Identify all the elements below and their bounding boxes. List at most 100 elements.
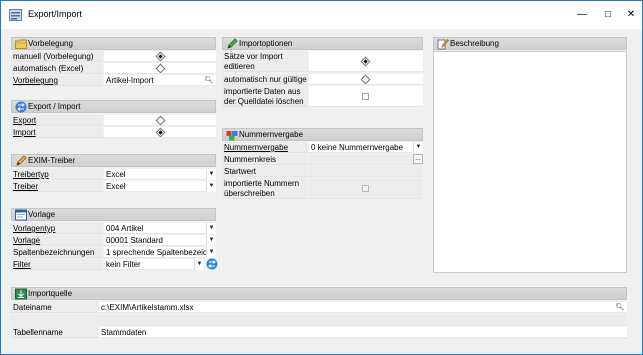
numbers-icon: [226, 131, 238, 141]
vorbelegung-manuell-row[interactable]: manuell (Vorbelegung): [11, 51, 216, 62]
export-radio[interactable]: [155, 115, 166, 125]
vorbelegung-search-icon[interactable]: 🔍︎: [204, 75, 214, 86]
manuell-label: manuell (Vorbelegung): [11, 51, 103, 62]
nummernvergabe-select[interactable]: 0 keine Nummernvergabe: [309, 142, 423, 153]
spaltenbezeichnungen-chevron-down-icon[interactable]: ▼: [206, 247, 216, 258]
vorlagentyp-row[interactable]: Vorlagentyp 004 Artikel ▼: [11, 223, 216, 234]
filter-refresh-icon[interactable]: [206, 258, 218, 270]
nummernvergabe-chevron-down-icon[interactable]: ▼: [413, 142, 423, 153]
nummern-ueberschreiben-label: importierte Nummern überschreiben: [222, 178, 308, 199]
nummernvergabe-row[interactable]: Nummernvergabe 0 keine Nummernvergabe ▼: [222, 142, 423, 153]
automatisch-gueltige-value[interactable]: [309, 74, 423, 85]
export-row[interactable]: Export: [11, 115, 216, 126]
treibertyp-row[interactable]: Treibertyp Excel ▼: [11, 169, 216, 180]
treibertyp-select[interactable]: Excel: [104, 169, 216, 180]
quelldatei-loeschen-row[interactable]: importierte Daten aus der Quelldatei lös…: [222, 86, 423, 108]
nummernvergabe-header: Nummernvergabe: [222, 128, 423, 141]
quelldatei-loeschen-checkbox[interactable]: [362, 93, 369, 100]
automatisch-radio[interactable]: [155, 63, 166, 73]
treibertyp-chevron-down-icon[interactable]: ▼: [206, 169, 216, 180]
vorlage-title: Vorlage: [28, 210, 56, 219]
automatisch-gueltige-row[interactable]: automatisch nur gültige: [222, 74, 423, 85]
vorlage-value: 00001 Standard: [106, 236, 163, 245]
import-value[interactable]: [104, 127, 216, 138]
import-source-icon: [15, 288, 27, 300]
dateiname-row[interactable]: Dateiname c:\EXIM\Artikelstamm.xlsx 🔍︎: [11, 302, 627, 313]
importquelle-header: Importquelle: [11, 287, 627, 300]
vorlagentyp-chevron-down-icon[interactable]: ▼: [206, 223, 216, 234]
dialog-body: Vorbelegung manuell (Vorbelegung) automa…: [6, 31, 637, 349]
vorlagentyp-select[interactable]: 004 Artikel: [104, 223, 216, 234]
importquelle-title: Importquelle: [28, 289, 73, 298]
manuell-value[interactable]: [104, 51, 216, 62]
vorlagentyp-label: Vorlagentyp: [11, 223, 103, 234]
treiber-row[interactable]: Treiber Excel ▼: [11, 181, 216, 192]
vorlage-label: Vorlage: [11, 235, 103, 246]
tabellenname-label: Tabellenname: [11, 327, 98, 338]
filter-row[interactable]: Filter kein Filter ▼: [11, 258, 218, 270]
vorlagentyp-value: 004 Artikel: [106, 224, 144, 233]
importoptionen-header: Importoptionen: [222, 37, 423, 50]
dateiname-value: c:\EXIM\Artikelstamm.xlsx: [101, 303, 194, 312]
nummern-ueberschreiben-checkbox[interactable]: [362, 185, 369, 192]
saetze-editieren-radio[interactable]: [360, 56, 371, 67]
vorlage-chevron-down-icon[interactable]: ▼: [206, 235, 216, 246]
nummern-ueberschreiben-row[interactable]: importierte Nummern überschreiben: [222, 178, 423, 200]
nummernkreis-row[interactable]: Nummernkreis ...: [222, 154, 423, 165]
vorbelegung-field[interactable]: Artikel-Import: [104, 75, 216, 86]
saetze-editieren-row[interactable]: Sätze vor Import editieren: [222, 51, 423, 73]
green-pencil-icon: [227, 38, 238, 49]
beschreibung-header: Beschreibung: [433, 37, 627, 50]
quelldatei-loeschen-value[interactable]: [309, 86, 423, 107]
vorbelegung-title: Vorbelegung: [28, 39, 73, 48]
spaltenbezeichnungen-row[interactable]: Spaltenbezeichnungen 1 sprechende Spalte…: [11, 247, 216, 258]
startwert-row[interactable]: Startwert: [222, 166, 423, 177]
nummernvergabe-title: Nummernvergabe: [239, 130, 304, 139]
beschreibung-textarea[interactable]: [433, 51, 627, 273]
spaltenbezeichnungen-label: Spaltenbezeichnungen: [11, 247, 103, 258]
filter-value: kein Filter: [106, 260, 141, 269]
close-button[interactable]: ✕: [623, 7, 639, 23]
automatisch-gueltige-radio[interactable]: [360, 74, 371, 84]
treiber-select[interactable]: Excel: [104, 181, 216, 192]
saetze-editieren-value[interactable]: [309, 51, 423, 72]
vorbelegung-value: Artikel-Import: [106, 76, 154, 85]
treibertyp-value: Excel: [106, 170, 126, 179]
tabellenname-value: Stammdaten: [101, 328, 147, 337]
vorlage-row[interactable]: Vorlage 00001 Standard ▼: [11, 235, 216, 246]
automatisch-gueltige-label: automatisch nur gültige: [222, 74, 308, 85]
nummernvergabe-label: Nummernvergabe: [222, 142, 308, 153]
vorbelegung-select-row[interactable]: Vorbelegung Artikel-Import 🔍︎: [11, 75, 216, 86]
spaltenbezeichnungen-select[interactable]: 1 sprechende Spaltenbezeic: [104, 247, 216, 258]
dateiname-search-icon[interactable]: 🔍︎: [615, 302, 625, 313]
import-row[interactable]: Import: [11, 127, 216, 138]
automatisch-label: automatisch (Excel): [11, 63, 103, 74]
nummernkreis-browse-button[interactable]: ...: [413, 154, 423, 164]
vorlage-header: Vorlage: [11, 208, 216, 221]
vorbelegung-automatisch-row[interactable]: automatisch (Excel): [11, 63, 216, 74]
minimize-button[interactable]: —: [574, 7, 590, 23]
automatisch-value[interactable]: [104, 63, 216, 74]
filter-select[interactable]: kein Filter: [104, 259, 204, 270]
import-label: Import: [11, 127, 103, 138]
import-radio[interactable]: [155, 127, 166, 137]
dateiname-field[interactable]: c:\EXIM\Artikelstamm.xlsx: [99, 302, 627, 313]
maximize-button[interactable]: □: [600, 7, 616, 23]
beschreibung-title: Beschreibung: [450, 39, 499, 48]
export-value[interactable]: [104, 115, 216, 126]
filter-chevron-down-icon[interactable]: ▼: [194, 259, 204, 270]
tabellenname-row[interactable]: Tabellenname Stammdaten: [11, 327, 627, 338]
exim-treiber-title: EXIM-Treiber: [28, 156, 76, 165]
quelldatei-loeschen-label: importierte Daten aus der Quelldatei lös…: [222, 86, 308, 107]
vorlage-select[interactable]: 00001 Standard: [104, 235, 216, 246]
export-import-title: Export / Import: [28, 102, 81, 111]
nummern-ueberschreiben-value[interactable]: [309, 178, 423, 199]
nummernkreis-label: Nummernkreis: [222, 154, 308, 165]
notepad-pencil-icon: [437, 39, 449, 50]
pencil-icon: [16, 155, 27, 166]
treiber-chevron-down-icon[interactable]: ▼: [206, 181, 216, 192]
vorbelegung-label: Vorbelegung: [11, 75, 103, 86]
manuell-radio[interactable]: [155, 51, 166, 61]
tabellenname-field[interactable]: Stammdaten: [99, 327, 627, 338]
title-bar: Export/Import — □ ✕: [1, 1, 642, 29]
